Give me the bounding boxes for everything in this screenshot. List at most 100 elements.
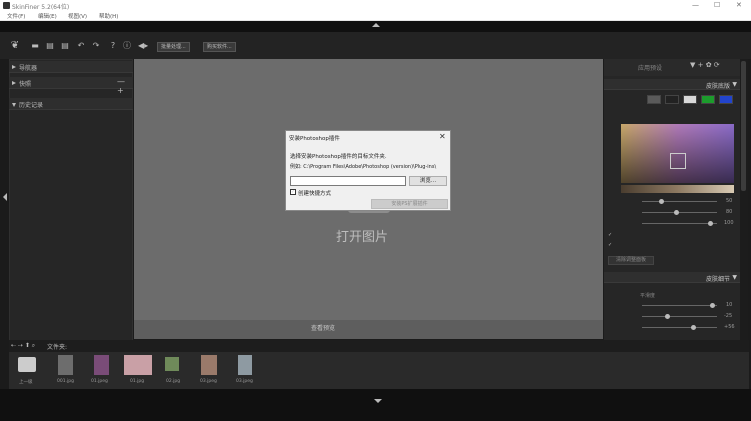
slider-value: 50 — [726, 198, 733, 204]
dialog-example-path: 例如: C:\Program Files\Adobe\Photoshop (ve… — [290, 164, 437, 170]
history-header[interactable]: 历史记录 — [9, 98, 133, 110]
scrollbar-thumb[interactable] — [741, 61, 746, 191]
info-icon[interactable]: ⓘ — [122, 41, 132, 51]
swatch-green[interactable] — [701, 95, 715, 104]
snapshot-label: 快照 — [19, 81, 32, 88]
parent-folder-icon[interactable] — [18, 357, 36, 372]
thumbnail[interactable] — [201, 355, 217, 375]
open-folder-icon[interactable]: ▬ — [30, 41, 40, 51]
dialog-instruction: 选择安装Photoshop插件的目标文件夹. — [290, 154, 387, 160]
file-name: 03.jpeg — [200, 379, 217, 384]
help-icon[interactable]: ? — [108, 41, 118, 51]
slider-track[interactable] — [642, 212, 717, 213]
preset-controls[interactable]: ▼ + ✿ ⟳ — [690, 61, 720, 69]
slider-track[interactable] — [642, 327, 717, 328]
save-icon[interactable]: ▤ — [45, 41, 55, 51]
create-shortcut-checkbox[interactable]: ✓ — [290, 189, 296, 195]
thumbnail[interactable] — [124, 355, 152, 375]
collapse-left-icon[interactable] — [3, 193, 7, 201]
thumbnail[interactable] — [238, 355, 252, 375]
skin-detail-toggle-icon[interactable]: ▼ — [732, 274, 737, 281]
thumbnail[interactable] — [94, 355, 109, 375]
open-image-label[interactable]: 打开图片 — [336, 226, 388, 245]
menu-edit[interactable]: 编辑(E) — [38, 12, 57, 20]
menu-bar: 文件(F) 编辑(E) 视图(V) 帮助(H) — [0, 11, 751, 21]
option-checkbox[interactable]: ✓ — [608, 232, 612, 238]
slider-track[interactable] — [642, 305, 717, 306]
menu-file[interactable]: 文件(F) — [7, 12, 25, 20]
tone-gradient-bar[interactable] — [621, 185, 734, 193]
skin-tone-label: 皮肤底版 — [705, 83, 730, 90]
menu-help[interactable]: 帮助(H) — [99, 12, 118, 20]
slider-track[interactable] — [642, 316, 717, 317]
close-button[interactable]: ✕ — [736, 1, 742, 9]
slider-value: 100 — [724, 220, 734, 226]
thumbnail[interactable] — [165, 357, 179, 371]
maximize-button[interactable]: ☐ — [714, 1, 720, 9]
skin-detail-label: 皮肤细节 — [705, 276, 730, 283]
menu-view[interactable]: 视图(V) — [68, 12, 87, 20]
navigator-label: 导航器 — [19, 65, 38, 72]
batch-process-button[interactable]: 批量处理... — [157, 42, 190, 52]
undo-icon[interactable]: ↶ — [76, 41, 86, 51]
swatch-gray[interactable] — [647, 95, 661, 104]
skin-tone-header[interactable]: 皮肤底版 ▼ — [604, 79, 740, 90]
slider-knob[interactable] — [691, 325, 696, 330]
preview-button[interactable]: 查看预览 — [311, 323, 335, 332]
slider-knob[interactable] — [665, 314, 670, 319]
expand-right-icon — [12, 65, 16, 69]
install-plugin-button[interactable]: 安装PS扩展插件 — [371, 199, 448, 209]
history-label: 历史记录 — [19, 102, 44, 109]
plugin-folder-input[interactable] — [290, 176, 406, 186]
file-name: 001.jpg — [57, 379, 74, 384]
preset-bar: 应用预设 ▼ + ✿ ⟳ — [604, 59, 740, 76]
app-logo-icon — [3, 2, 10, 9]
swatch-black[interactable] — [665, 95, 679, 104]
purchase-button[interactable]: 购买软件... — [203, 42, 236, 52]
collapse-down-icon[interactable] — [374, 399, 382, 403]
slider-knob[interactable] — [710, 303, 715, 308]
skin-tone-toggle-icon[interactable]: ▼ — [732, 81, 737, 88]
file-name: 01.jpeg — [91, 379, 108, 384]
slider-knob[interactable] — [659, 199, 664, 204]
title-bar: SkinFiner 5.2(64位) — ☐ ✕ — [0, 0, 751, 11]
filmstrip — [9, 352, 749, 389]
file-name: 上一级 — [19, 380, 33, 385]
leaf-logo-icon: ❦ — [10, 40, 20, 51]
folder-label: 文件夹: — [47, 344, 68, 351]
snapshot-header[interactable]: 快照 — + — [9, 77, 133, 95]
color-picker-cursor[interactable] — [670, 153, 686, 169]
collapse-up-icon[interactable] — [372, 23, 380, 27]
navigator-header[interactable]: 导航器 — [9, 61, 133, 73]
file-name: 02.jpg — [166, 379, 181, 384]
slider-knob[interactable] — [708, 221, 713, 226]
expand-down-icon — [12, 103, 16, 107]
compare-icon[interactable]: ◀▸ — [138, 41, 148, 51]
slider-value: 10 — [726, 302, 733, 308]
minimize-button[interactable]: — — [692, 1, 699, 9]
bottom-collapse-strip[interactable] — [0, 389, 751, 421]
slider-knob[interactable] — [674, 210, 679, 215]
thumbnail[interactable] — [58, 355, 73, 375]
slider-value: +56 — [724, 324, 735, 330]
snapshot-controls[interactable]: — + — [117, 77, 133, 95]
window-title: SkinFiner 5.2(64位) — [12, 4, 70, 11]
file-name: 01.jpg — [130, 379, 145, 384]
skin-detail-sublabel: 平滑度 — [640, 293, 656, 299]
slider-value: -25 — [724, 313, 733, 319]
save-as-icon[interactable]: ▤ — [60, 41, 70, 51]
file-name: 03.jpeg — [236, 379, 253, 384]
slider-track[interactable] — [642, 223, 717, 224]
slider-track[interactable] — [642, 201, 717, 202]
clear-adjust-button[interactable]: 清除调整面板 — [608, 256, 654, 265]
option-checkbox[interactable]: ✓ — [608, 242, 612, 248]
dialog-close-icon[interactable]: ✕ — [439, 132, 446, 141]
preset-label: 应用预设 — [638, 65, 663, 72]
browse-button[interactable]: 浏览... — [409, 176, 447, 186]
skin-detail-header[interactable]: 皮肤细节 ▼ — [604, 272, 740, 283]
folder-nav-icons[interactable]: ⇠ ⇢ ⬆ ⌕ — [11, 342, 35, 350]
redo-icon[interactable]: ↷ — [91, 41, 101, 51]
swatch-blue[interactable] — [719, 95, 733, 104]
swatch-white[interactable] — [683, 95, 697, 104]
create-shortcut-label: 创建快捷方式 — [298, 191, 332, 197]
